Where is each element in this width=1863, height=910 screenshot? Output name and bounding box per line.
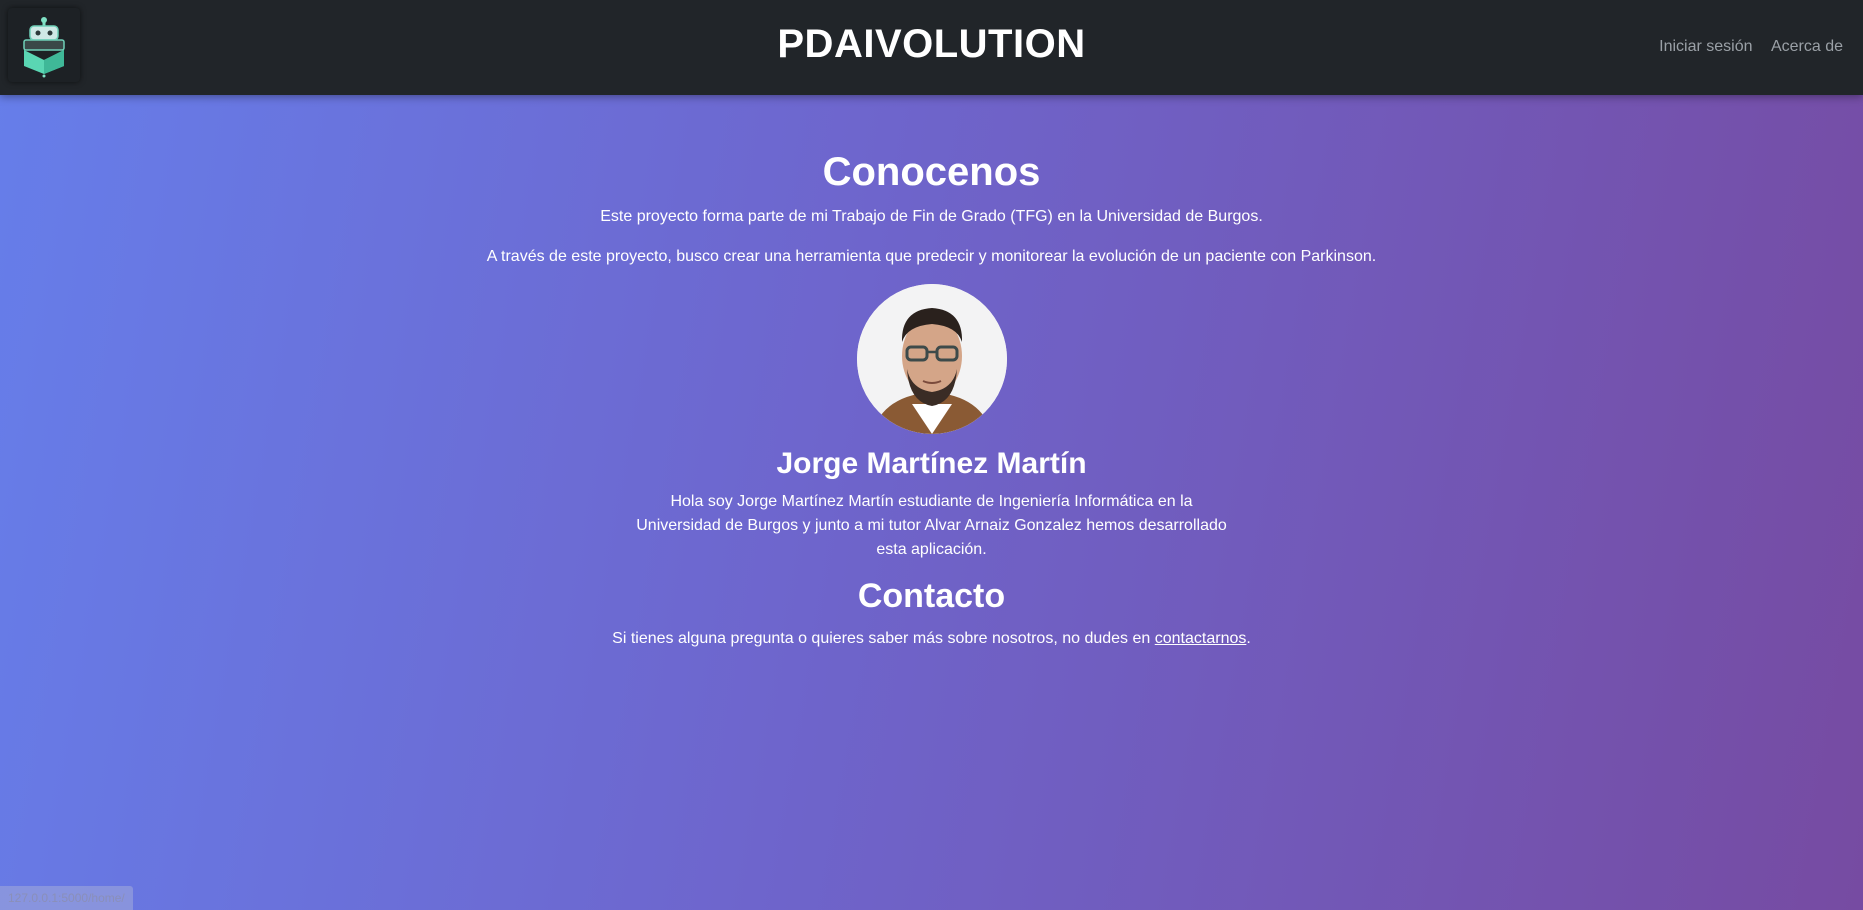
about-title: Conocenos (822, 150, 1041, 194)
contact-text: Si tienes alguna pregunta o quieres sabe… (0, 628, 1863, 650)
about-paragraph-2: A través de este proyecto, busco crear u… (486, 248, 1377, 265)
brand-title[interactable]: PDAIVOLUTION (0, 22, 1863, 67)
contact-text-after: . (1246, 630, 1251, 647)
avatar (856, 284, 1007, 434)
contact-text-before: Si tienes alguna pregunta o quieres sabe… (612, 630, 1155, 647)
person-bio: Hola soy Jorge Martínez Martín estudiant… (636, 493, 1227, 558)
main-content: Conocenos Este proyecto forma parte de m… (0, 148, 1863, 666)
nav-link-login[interactable]: Iniciar sesión (1659, 38, 1752, 55)
nav-link-about[interactable]: Acerca de (1771, 38, 1843, 55)
person-name: Jorge Martínez Martín (776, 447, 1087, 480)
status-bar-url: 127.0.0.1:5000/home/ (0, 886, 133, 910)
contact-title: Contacto (857, 577, 1006, 615)
profile-photo (856, 284, 1007, 434)
contact-link[interactable]: contactarnos (1155, 630, 1247, 647)
about-paragraph-1: Este proyecto forma parte de mi Trabajo … (600, 208, 1263, 225)
navbar: PDAIVOLUTION Iniciar sesión Acerca de (0, 0, 1863, 95)
nav-links: Iniciar sesión Acerca de (1645, 38, 1843, 56)
